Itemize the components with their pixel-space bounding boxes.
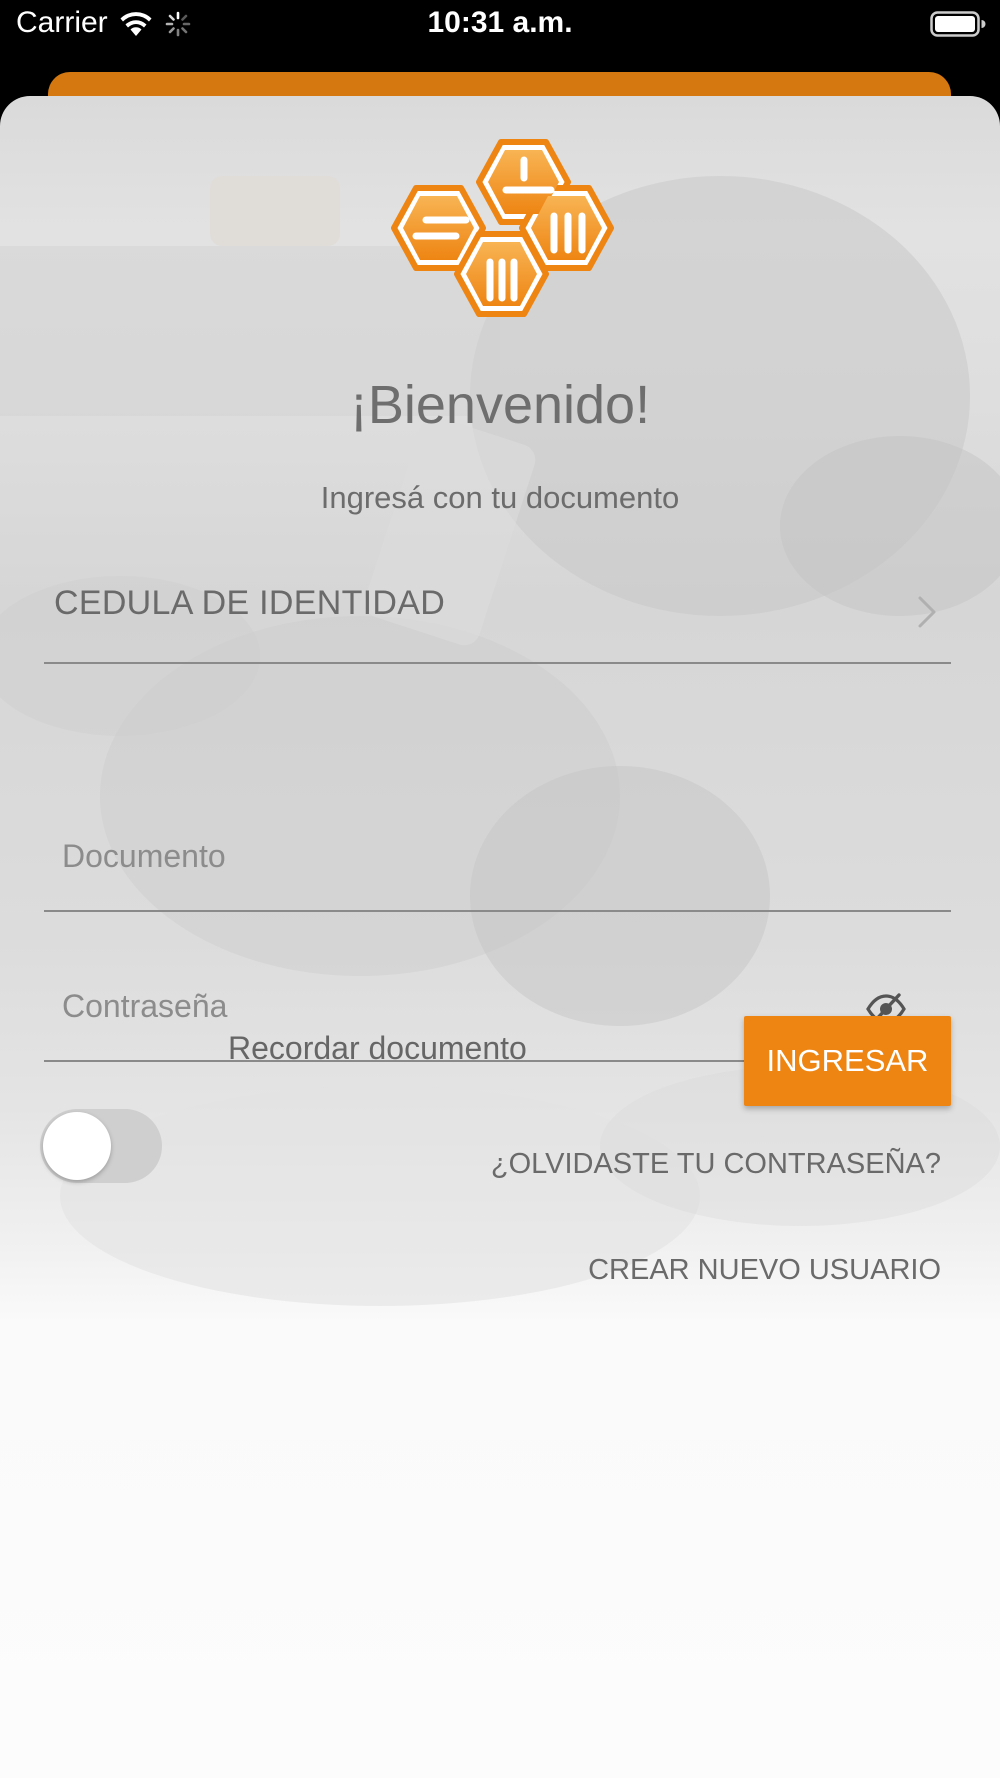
clock: 10:31 a.m. [427,6,573,39]
welcome-title: ¡Bienvenido! [349,375,651,435]
forgot-password-link[interactable]: ¿OLVIDASTE TU CONTRASEÑA? [491,1148,941,1181]
toggle-knob [43,1112,111,1180]
document-field-container [44,814,951,912]
login-card: ¡Bienvenido! Ingresá con tu documento CE… [0,96,1000,1778]
document-type-select[interactable]: CEDULA DE IDENTIDAD [44,566,951,664]
battery-icon [930,10,986,43]
login-subtitle: Ingresá con tu documento [320,480,680,515]
document-input[interactable] [62,838,842,875]
remember-document-toggle[interactable] [40,1109,162,1183]
login-button[interactable]: INGRESAR [744,1016,951,1106]
status-bar: Carrier 10:31 a.m. [0,0,1000,52]
sgm-logo [391,139,614,317]
password-input[interactable] [62,988,842,1025]
document-type-value: CEDULA DE IDENTIDAD [54,584,446,622]
remember-document-label: Recordar documento [228,1030,527,1066]
chevron-right-icon [915,594,939,635]
create-user-link[interactable]: CREAR NUEVO USUARIO [588,1254,941,1287]
